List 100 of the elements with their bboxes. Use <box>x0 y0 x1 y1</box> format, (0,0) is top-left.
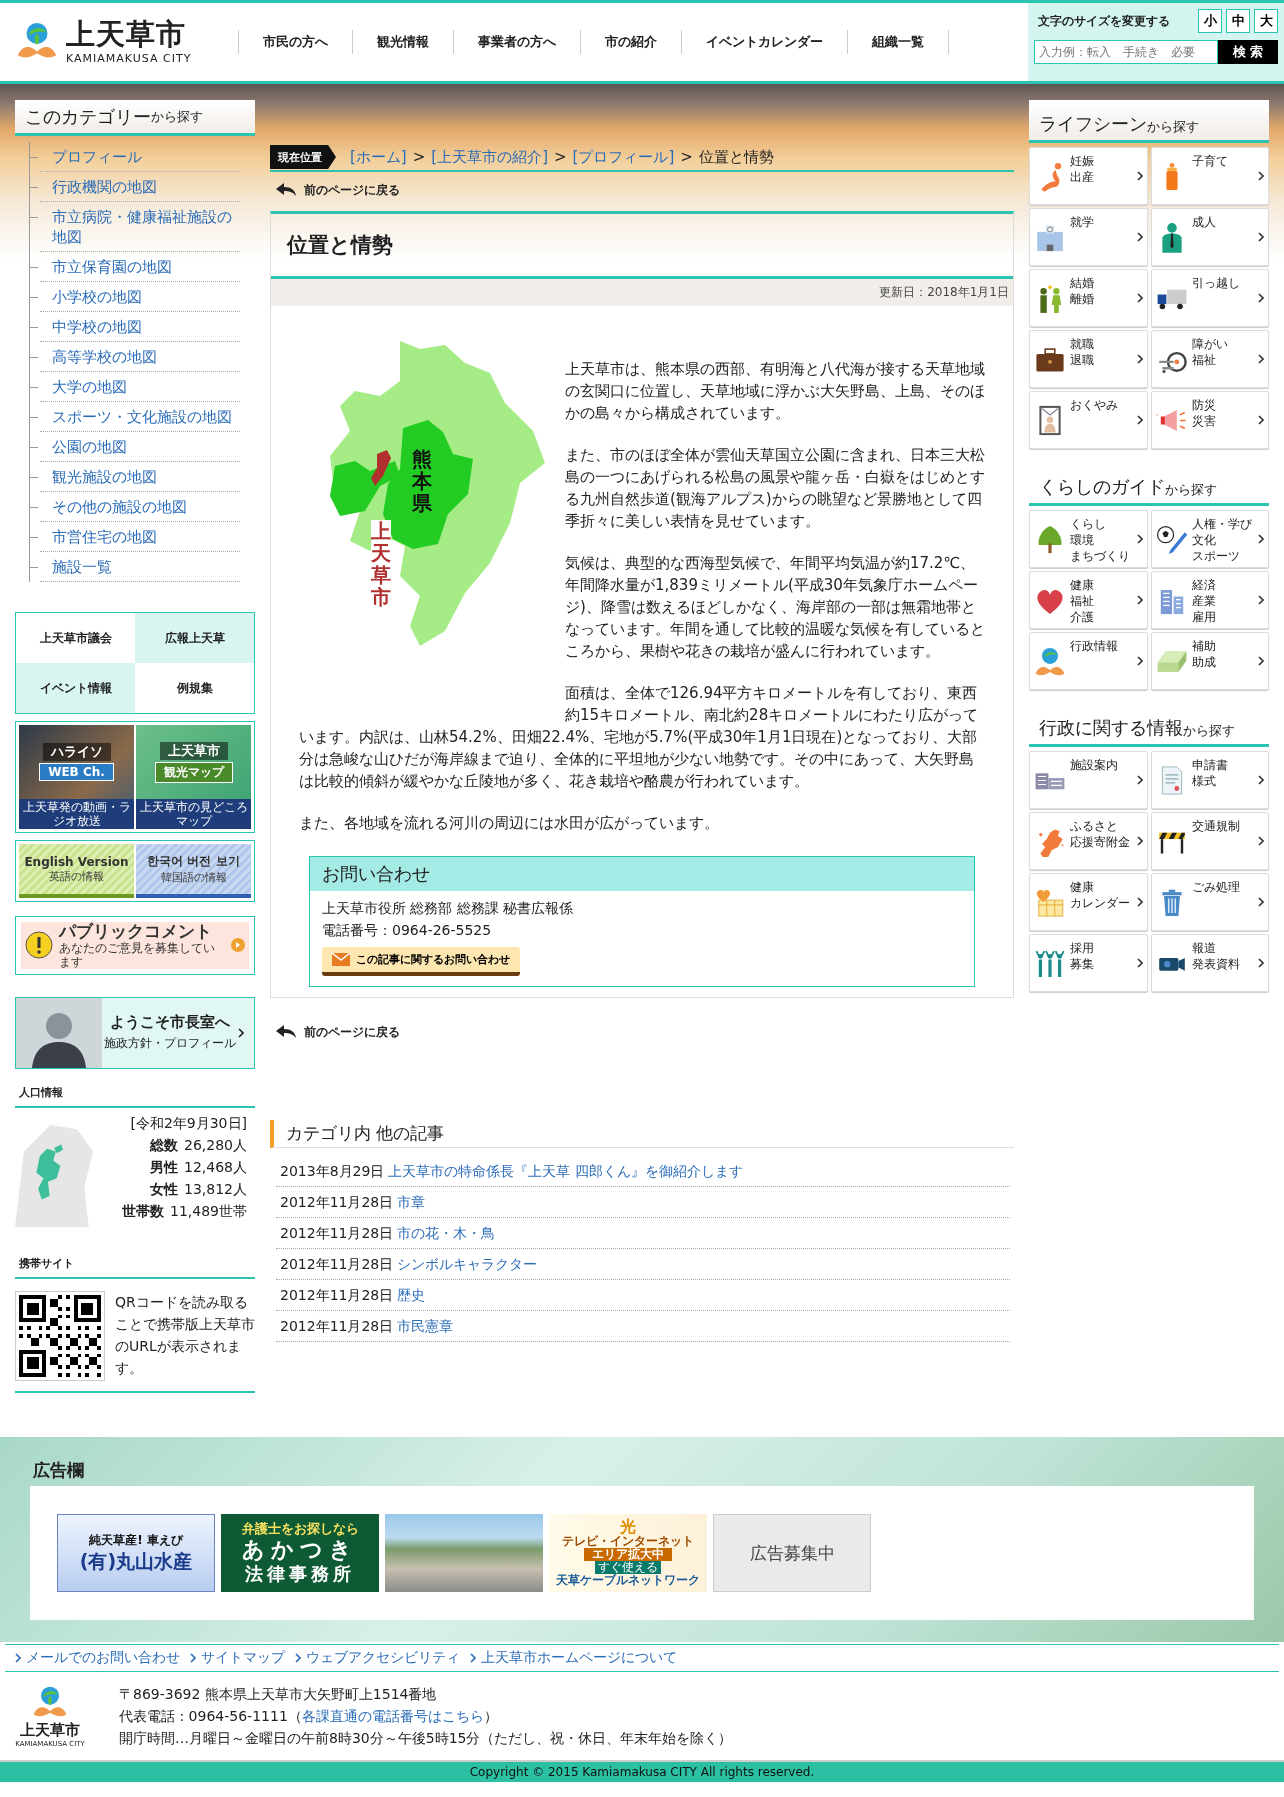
chevron-icon <box>1136 354 1143 364</box>
tourist-map-banner[interactable]: 上天草市 観光マップ 上天草市の見どころマップ <box>136 725 251 829</box>
category-tile[interactable]: ふるさと 応援寄附金 <box>1029 812 1148 870</box>
category-tile[interactable]: 引っ越し <box>1150 269 1269 327</box>
nav-link[interactable]: 観光情報 <box>352 30 453 54</box>
category-link[interactable]: 中学校の地図 <box>52 317 240 337</box>
category-link[interactable]: 市営住宅の地図 <box>52 527 240 547</box>
section-title: 行政に関する情報 <box>1039 716 1183 740</box>
category-tile[interactable]: ごみ処理 <box>1150 873 1269 931</box>
breadcrumb-link[interactable]: [ホーム] <box>350 147 407 167</box>
footer-link[interactable]: サイトマップ <box>190 1649 285 1667</box>
category-tile[interactable]: 人権・学び 文化 スポーツ <box>1150 510 1269 568</box>
category-tile[interactable]: 交通規制 <box>1150 812 1269 870</box>
search-button[interactable]: 検 索 <box>1218 40 1278 64</box>
tile-label: 報道 <box>1191 940 1217 956</box>
tile-label: ふるさと <box>1070 818 1119 834</box>
article-link[interactable]: シンボルキャラクター <box>397 1256 538 1274</box>
tile-label: 離婚 <box>1070 291 1095 307</box>
quick-link[interactable]: イベント情報 <box>16 663 135 713</box>
font-size-label: 文字のサイズを変更する <box>1037 12 1171 30</box>
phone-list-link[interactable]: 各課直通の電話番号はこちら <box>301 1708 484 1724</box>
population-row-text: 男性 12,468人 <box>150 1157 247 1177</box>
category-tile[interactable]: 経済 産業 雇用 <box>1150 571 1269 629</box>
category-tile[interactable]: 補助 助成 <box>1150 632 1269 690</box>
category-tile[interactable]: 採用 募集 <box>1029 934 1148 992</box>
category-tile[interactable]: 防災 災害 <box>1150 391 1269 449</box>
nav-link[interactable]: 市民の方へ <box>238 30 352 54</box>
category-tile[interactable]: 就学 <box>1029 208 1148 266</box>
category-link[interactable]: 市立病院・健康福祉施設の地図 <box>52 207 240 247</box>
nav-link[interactable]: 事業者の方へ <box>453 30 580 54</box>
photo-placeholder[interactable] <box>385 1514 543 1592</box>
category-link[interactable]: 施設一覧 <box>52 557 240 577</box>
font-size-button[interactable]: 小 <box>1198 9 1222 33</box>
category-link[interactable]: スポーツ・文化施設の地図 <box>52 407 240 427</box>
english-version-banner[interactable]: English Version 英語の情報 <box>19 844 134 898</box>
chevron-icon <box>1136 232 1143 242</box>
category-tile[interactable]: 障がい 福祉 <box>1150 330 1269 388</box>
category-tile[interactable]: 就職 退職 <box>1029 330 1148 388</box>
category-tile[interactable]: 成人 <box>1150 208 1269 266</box>
category-tile[interactable]: 子育て <box>1150 147 1269 205</box>
category-tile[interactable]: 施設案内 <box>1029 751 1148 809</box>
back-link[interactable]: 前のページに戻る <box>276 180 400 200</box>
search-field[interactable]: 入力例：転入 手続き 必要 <box>1034 40 1218 64</box>
section-heading: 人口情報 <box>15 1084 255 1108</box>
category-link[interactable]: 小学校の地図 <box>52 287 240 307</box>
category-link[interactable]: その他の施設の地図 <box>52 497 240 517</box>
mayor-office-banner[interactable]: ようこそ市長室へ 施政方針・プロフィール <box>15 996 255 1069</box>
quick-link[interactable]: 上天草市議会 <box>16 613 135 663</box>
chevron-icon <box>1136 897 1143 907</box>
category-link[interactable]: 大学の地図 <box>52 377 240 397</box>
category-tile[interactable]: 健康 福祉 介護 <box>1029 571 1148 629</box>
breadcrumb-link[interactable]: [上天草市の紹介] <box>431 147 548 167</box>
nav-link[interactable]: 市の紹介 <box>580 30 681 54</box>
tile-label: スポーツ <box>1191 548 1241 564</box>
category-tile[interactable]: 行政情報 <box>1029 632 1148 690</box>
ad-placeholder[interactable]: 広告募集中 <box>713 1514 871 1592</box>
category-tile[interactable]: おくやみ <box>1029 391 1148 449</box>
article-link[interactable]: 歴史 <box>397 1287 426 1305</box>
chevron-icon <box>1258 836 1264 846</box>
article-link[interactable]: 市民憲章 <box>397 1318 454 1336</box>
korean-version-banner[interactable]: 한국어 버전 보기 韓国語の情報 <box>136 844 251 898</box>
category-tile[interactable]: 報道 発表資料 <box>1150 934 1269 992</box>
category-tile[interactable]: 申請書 様式 <box>1150 751 1269 809</box>
nav-link[interactable]: 組織一覧 <box>847 30 949 54</box>
category-link[interactable]: 市立保育園の地図 <box>52 257 240 277</box>
category-link[interactable]: 高等学校の地図 <box>52 347 240 367</box>
category-link[interactable]: 観光施設の地図 <box>52 467 240 487</box>
ad-banner[interactable]: 弁護士をお探しなら あかつき 法律事務所 <box>221 1514 379 1592</box>
tile-label: 補助 <box>1191 638 1217 654</box>
category-tile[interactable]: 妊娠 出産 <box>1029 147 1148 205</box>
article-link[interactable]: 市の花・木・鳥 <box>397 1225 496 1243</box>
chevron-icon <box>1136 534 1143 544</box>
font-size-button[interactable]: 大 <box>1254 9 1278 33</box>
category-link[interactable]: プロフィール <box>52 147 240 167</box>
quick-link[interactable]: 例規集 <box>135 663 254 713</box>
chevron-icon <box>295 1653 301 1663</box>
font-size-button[interactable]: 中 <box>1226 9 1250 33</box>
back-link[interactable]: 前のページに戻る <box>276 1022 400 1042</box>
article-link[interactable]: 上天草市の特命係長『上天草 四郎くん』を御紹介します <box>388 1163 743 1181</box>
chevron-icon <box>1258 958 1264 968</box>
tile-label: 募集 <box>1070 956 1095 972</box>
web-channel-banner[interactable]: ハライソ WEB Ch. 上天草発の動画・ラジオ放送 <box>19 725 134 829</box>
ad-banner[interactable]: 光 テレビ・インターネット エリア拡大中 すぐ使える 天草ケーブルネットワーク <box>549 1514 707 1592</box>
ad-banner[interactable]: 純天草産! 車えび (有)丸山水産 <box>57 1514 215 1592</box>
ad-text: エリア拡大中 <box>584 1547 672 1561</box>
footer-link[interactable]: メールでのお問い合わせ <box>15 1649 180 1667</box>
nav-link[interactable]: イベントカレンダー <box>681 30 847 54</box>
footer-link[interactable]: ウェブアクセシビリティ <box>295 1649 460 1667</box>
contact-button[interactable]: この記事に関するお問い合わせ <box>322 947 520 976</box>
article-link[interactable]: 市章 <box>397 1194 426 1212</box>
quick-link[interactable]: 広報上天草 <box>135 613 254 663</box>
category-link[interactable]: 行政機関の地図 <box>52 177 240 197</box>
footer-link[interactable]: 上天草市ホームページについて <box>470 1649 677 1667</box>
site-title[interactable]: 上天草市 <box>66 19 192 49</box>
category-link[interactable]: 公園の地図 <box>52 437 240 457</box>
public-comment-banner[interactable]: パブリックコメント あなたのご意見を募集しています <box>21 922 249 969</box>
category-tile[interactable]: 結婚 離婚 <box>1029 269 1148 327</box>
category-tile[interactable]: 健康 カレンダー <box>1029 873 1148 931</box>
category-tile[interactable]: くらし 環境 まちづくり <box>1029 510 1148 568</box>
breadcrumb-link[interactable]: [プロフィール] <box>572 147 675 167</box>
